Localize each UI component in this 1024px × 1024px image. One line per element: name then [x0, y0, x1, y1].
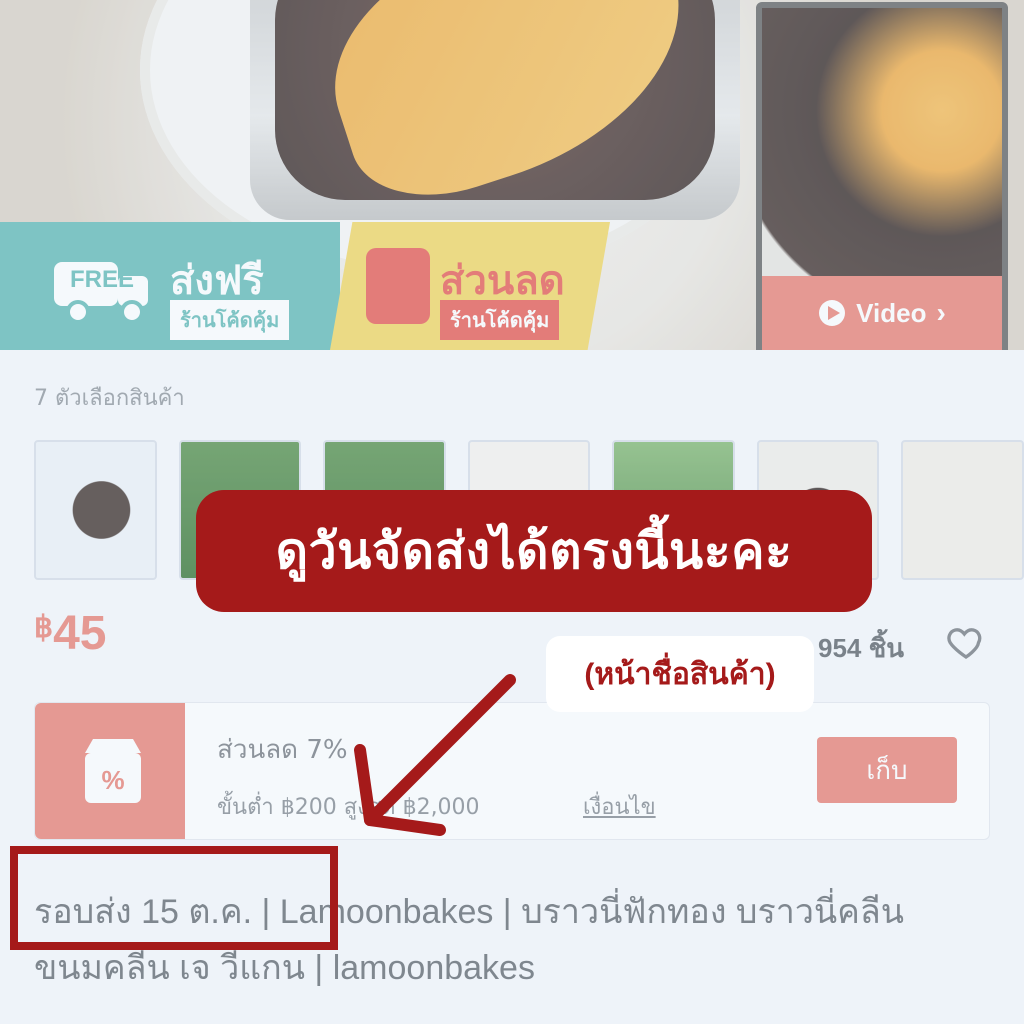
variants-label: 7 ตัวเลือกสินค้า [34, 386, 185, 411]
collect-coupon-button[interactable]: เก็บ [817, 737, 957, 803]
free-shipping-banner: FREE ส่งฟรี ร้านโค้ดคุ้ม [0, 222, 340, 350]
heart-icon[interactable] [946, 622, 986, 662]
coupon-terms-link[interactable]: เงื่อนไข [583, 789, 656, 824]
price-value: 45 [53, 607, 107, 660]
svg-text:%: % [101, 765, 124, 795]
discount-sub: ร้านโค้ดคุ้ม [440, 300, 560, 340]
discount-shop-icon [366, 248, 430, 324]
free-label: FREE [70, 266, 135, 293]
coupon-icon-area: % [35, 703, 185, 839]
chevron-right-icon: › [936, 297, 946, 328]
video-thumbnail[interactable]: Video › [756, 2, 1008, 350]
video-button[interactable]: Video › [762, 276, 1002, 350]
delivery-date-highlight [10, 846, 338, 950]
discount-banner: ส่วนลด ร้านโค้ดคุ้ม [330, 222, 610, 350]
stock-count: 954 ชิ้น [818, 633, 905, 663]
free-ship-sub: ร้านโค้ดคุ้ม [170, 300, 290, 340]
coupon-condition: ขั้นต่ำ ฿200 สูงสุด ฿2,000 [217, 795, 480, 820]
variant-thumb-1[interactable] [34, 440, 157, 580]
price-currency: ฿ [34, 611, 54, 644]
annotation-callout: ดูวันจัดส่งได้ตรงนี้นะคะ [196, 490, 872, 612]
price: ฿45 [34, 610, 106, 658]
variant-thumb-7[interactable] [901, 440, 1024, 580]
annotation-note: (หน้าชื่อสินค้า) [546, 636, 814, 712]
shop-discount-icon: % [85, 739, 141, 803]
video-label: Video [856, 297, 927, 328]
video-play-icon [819, 300, 846, 326]
coupon-card: % ส่วนลด 7% ขั้นต่ำ ฿200 สูงสุด ฿2,000 เ… [34, 702, 990, 840]
product-image-hero[interactable]: FREE ส่งฟรี ร้านโค้ดคุ้ม ส่วนลด ร้านโค้ด… [0, 0, 1024, 350]
coupon-title: ส่วนลด 7% [217, 735, 348, 765]
